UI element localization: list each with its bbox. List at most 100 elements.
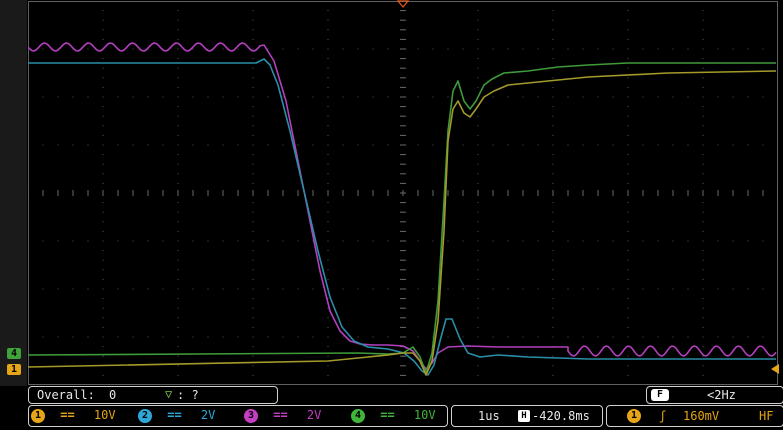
grid-dot [252,365,254,367]
grid-dot [222,96,224,98]
grid-dot [102,106,104,108]
grid-dot [477,202,479,204]
grid-dot [102,154,104,156]
grid-dot [522,336,524,338]
grid-dot [672,336,674,338]
grid-dot [252,86,254,88]
grid-dot [327,29,329,31]
ch4-ground-marker[interactable]: 4 [7,348,21,359]
grid-dot [702,269,704,271]
grid-dot [102,77,104,79]
grid-dot [477,86,479,88]
grid-dot [327,365,329,367]
grid-dot [357,144,359,146]
grid-dot [387,48,389,50]
grid-dot [507,336,509,338]
grid-dot [627,154,629,156]
grid-dot [177,374,179,376]
grid-dot [627,384,629,385]
grid-dot [567,288,569,290]
grid-dot [177,259,179,261]
grid-dot [177,298,179,300]
grid-dot [417,48,419,50]
grid-dot [372,240,374,242]
trigger-position-icon[interactable] [397,0,409,8]
grid-dot [627,106,629,108]
grid-dot [102,29,104,31]
grid-dot [702,134,704,136]
trigger-level-icon[interactable] [770,363,780,375]
grid-dot [582,96,584,98]
grid-dot [327,144,329,146]
frequency-value: <2Hz [707,388,736,402]
channel-2-setting[interactable]: 2 == 2V [138,405,215,425]
grid-dot [552,29,554,31]
grid-dot [132,48,134,50]
grid-dot [717,336,719,338]
channel-4-setting[interactable]: 4 == 10V [351,405,436,425]
overall-value: 0 [109,388,117,402]
grid-dot [102,278,104,280]
grid-dot [702,230,704,232]
grid-dot [327,106,329,108]
ch1-ground-marker[interactable]: 1 [7,364,21,375]
grid-dot [627,288,629,290]
grid-dot [477,365,479,367]
trigger-settings-box[interactable]: 1 ʃ 160mV HF [606,405,783,427]
grid-dot [162,96,164,98]
grid-dot [177,250,179,252]
frequency-f-icon: F [651,389,669,401]
grid-dot [327,115,329,117]
grid-dot [477,10,479,12]
grid-dot [522,144,524,146]
grid-dot [747,336,749,338]
overall-label: Overall: [37,388,95,402]
grid-dot [252,230,254,232]
measurement-overall-box: Overall: 0 ▽ : ? [28,386,278,404]
grid-dot [177,221,179,223]
grid-dot [282,336,284,338]
grid-dot [747,240,749,242]
grid-dot [252,77,254,79]
grid-dot [252,298,254,300]
grid-dot [522,288,524,290]
grid-dot [117,240,119,242]
grid-dot [72,144,74,146]
grid-dot [627,125,629,127]
grid-dot [687,96,689,98]
grid-dot [252,374,254,376]
grid-dot [627,173,629,175]
grid-dot [702,58,704,60]
grid-dot [282,240,284,242]
grid-dot [627,250,629,252]
grid-dot [252,173,254,175]
grid-dot [252,250,254,252]
grid-dot [267,336,269,338]
grid-dot [762,336,764,338]
grid-dot [387,288,389,290]
grid-dot [627,1,629,2]
channel-1-setting[interactable]: 1 == 10V [31,405,116,425]
grid-dot [477,154,479,156]
grid-dot [267,240,269,242]
grid-dot [177,307,179,309]
grid-dot [537,48,539,50]
grid-dot [537,240,539,242]
channel-3-setting[interactable]: 3 == 2V [244,405,321,425]
grid-dot [207,240,209,242]
grid-dot [102,326,104,328]
grid-dot [312,336,314,338]
grid-dot [102,182,104,184]
grid-dot [327,86,329,88]
grid-dot [102,211,104,213]
grid-dot [492,336,494,338]
grid-dot [177,134,179,136]
grid-dot [57,96,59,98]
grid-dot [702,67,704,69]
timebase-box[interactable]: 1us H -420.8ms [451,405,603,427]
grid-dot [552,134,554,136]
grid-dot [192,288,194,290]
grid-dot [627,163,629,165]
grid-dot [447,288,449,290]
grid-dot [627,77,629,79]
